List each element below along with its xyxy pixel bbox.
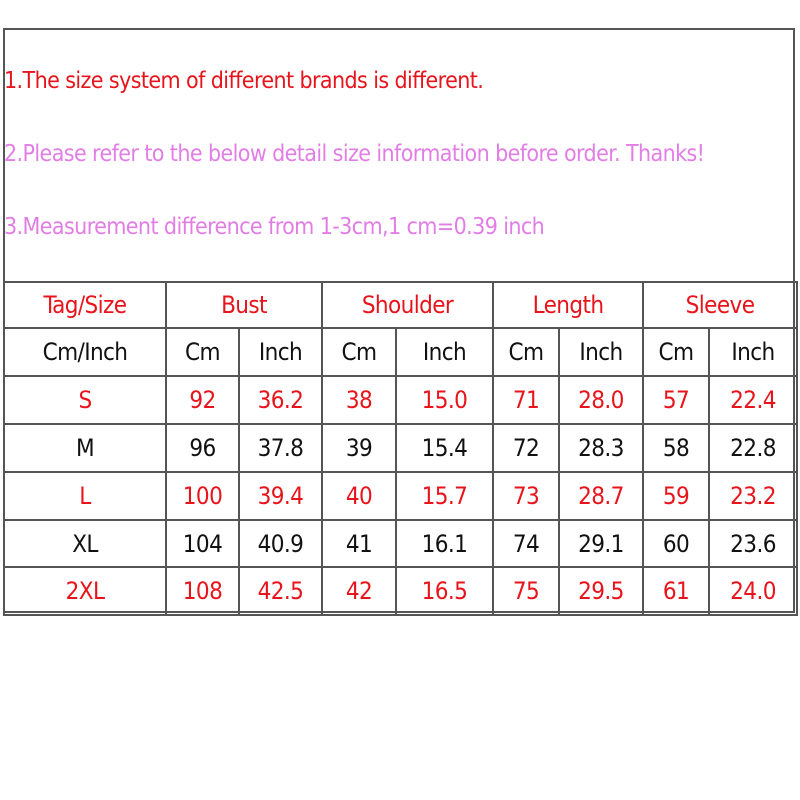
measurement-cell: 96 (165, 423, 240, 473)
measurement-cell: 40.9 (238, 519, 323, 568)
measurement-cell: 16.5 (395, 566, 494, 616)
unit-cell: Cm/Inch (3, 327, 167, 377)
measurement-cell: 28.3 (558, 423, 644, 473)
measurement-cell: 39 (321, 423, 397, 473)
header-cell: Length (492, 281, 644, 329)
unit-cell: Cm (321, 327, 397, 377)
unit-cell: Inch (238, 327, 323, 377)
note-brand-size: 1.The size system of different brands is… (4, 68, 484, 94)
table-row: 2XL 108 42.5 42 16.5 75 29.5 61 24.0 (3, 566, 799, 616)
unit-cell: Cm (165, 327, 240, 377)
size-table: Tag/Size Bust Shoulder Length Sleeve Cm/Inch C… (3, 281, 799, 616)
measurement-cell: 61 (642, 566, 710, 616)
table-row: M 96 37.8 39 15.4 72 28.3 58 22.8 (3, 423, 799, 473)
measurement-cell: 15.7 (395, 471, 494, 521)
table-row: L 100 39.4 40 15.7 73 28.7 59 23.2 (3, 471, 799, 521)
measurement-cell: 36.2 (238, 375, 323, 425)
unit-row: Cm/Inch Cm Inch Cm Inch Cm Inch Cm Inch (3, 327, 799, 377)
table-row: XL 104 40.9 41 16.1 74 29.1 60 23.6 (3, 519, 799, 568)
measurement-cell: 42 (321, 566, 397, 616)
measurement-cell: 24.0 (707, 566, 799, 616)
measurement-cell: 92 (165, 375, 240, 425)
measurement-cell: 41 (321, 519, 397, 568)
unit-cell: Inch (395, 327, 494, 377)
header-cell: Tag/Size (3, 281, 167, 329)
measurement-cell: 74 (492, 519, 560, 568)
unit-cell: Inch (707, 327, 799, 377)
size-label-cell: 2XL (3, 566, 167, 616)
measurement-cell: 15.0 (395, 375, 494, 425)
measurement-cell: 100 (165, 471, 240, 521)
measurement-cell: 71 (492, 375, 560, 425)
measurement-cell: 22.8 (707, 423, 799, 473)
measurement-cell: 75 (492, 566, 560, 616)
measurement-cell: 72 (492, 423, 560, 473)
measurement-cell: 38 (321, 375, 397, 425)
measurement-cell: 40 (321, 471, 397, 521)
measurement-cell: 29.5 (558, 566, 644, 616)
note-refer-size: 2.Please refer to the below detail size … (4, 141, 705, 167)
size-label-cell: M (3, 423, 167, 473)
measurement-cell: 59 (642, 471, 710, 521)
measurement-cell: 28.0 (558, 375, 644, 425)
measurement-cell: 58 (642, 423, 710, 473)
measurement-cell: 39.4 (238, 471, 323, 521)
measurement-cell: 42.5 (238, 566, 323, 616)
measurement-cell: 22.4 (707, 375, 799, 425)
measurement-cell: 57 (642, 375, 710, 425)
unit-cell: Cm (642, 327, 710, 377)
header-row: Tag/Size Bust Shoulder Length Sleeve (3, 281, 799, 329)
header-cell: Bust (165, 281, 323, 329)
measurement-cell: 108 (165, 566, 240, 616)
unit-cell: Cm (492, 327, 560, 377)
header-cell: Shoulder (321, 281, 494, 329)
note-measurement-difference: 3.Measurement difference from 1-3cm,1 cm… (4, 214, 545, 240)
measurement-cell: 60 (642, 519, 710, 568)
unit-cell: Inch (558, 327, 644, 377)
size-label-cell: S (3, 375, 167, 425)
measurement-cell: 15.4 (395, 423, 494, 473)
measurement-cell: 23.6 (707, 519, 799, 568)
measurement-cell: 16.1 (395, 519, 494, 568)
table-row: S 92 36.2 38 15.0 71 28.0 57 22.4 (3, 375, 799, 425)
size-label-cell: XL (3, 519, 167, 568)
measurement-cell: 28.7 (558, 471, 644, 521)
measurement-cell: 29.1 (558, 519, 644, 568)
header-cell: Sleeve (641, 281, 799, 329)
measurement-cell: 23.2 (707, 471, 799, 521)
size-label-cell: L (3, 471, 167, 521)
measurement-cell: 37.8 (238, 423, 323, 473)
measurement-cell: 104 (165, 519, 240, 568)
measurement-cell: 73 (492, 471, 560, 521)
